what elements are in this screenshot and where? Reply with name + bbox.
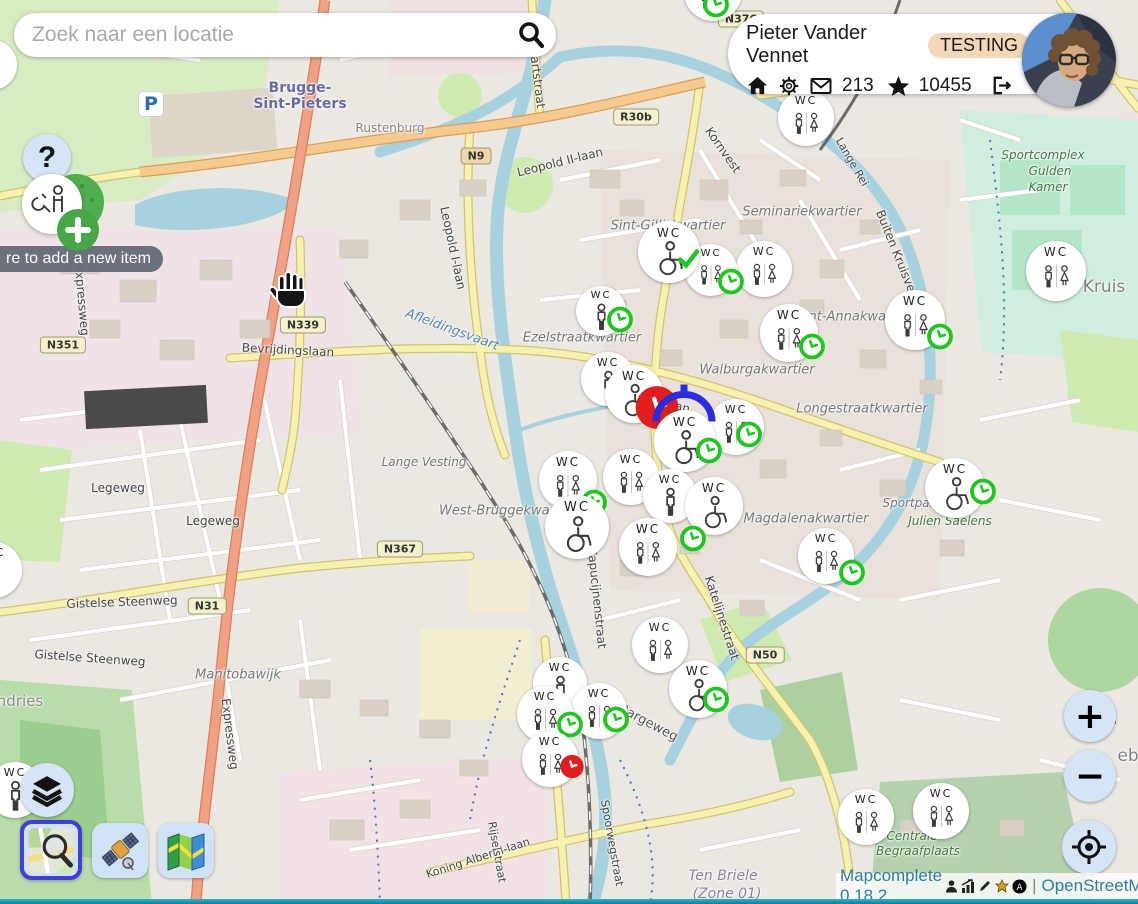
satellite-icon (99, 830, 141, 872)
statistics-icon[interactable] (961, 879, 975, 893)
bottom-panel-edge (0, 899, 1138, 904)
green-clock-badge (926, 323, 954, 356)
messages-envelope-icon[interactable] (809, 75, 833, 97)
copyright-icon[interactable]: A (1012, 879, 1027, 894)
green-clock-badge (679, 525, 707, 558)
zoom-in-button[interactable]: + (1064, 690, 1116, 742)
green-clock-badge (702, 686, 730, 719)
green-clock-badge (702, 0, 730, 24)
message-count: 213 (842, 75, 874, 97)
pen-icon[interactable] (978, 879, 992, 893)
layers-button[interactable] (20, 763, 74, 817)
search-bar (14, 13, 556, 57)
geolocate-button[interactable] (1062, 820, 1116, 874)
crosshair-icon (1069, 827, 1109, 867)
green-clock-badge (606, 306, 634, 339)
red-clock-badge (559, 754, 585, 785)
user-avatar[interactable] (1022, 13, 1116, 107)
toilet-marker[interactable]: WC (838, 789, 894, 845)
testing-badge: TESTING (928, 33, 1030, 58)
home-icon[interactable] (746, 74, 769, 97)
bg-option-map[interactable] (158, 823, 214, 878)
contributor-icon[interactable] (945, 879, 958, 893)
search-input[interactable] (30, 22, 516, 48)
background-switcher (20, 823, 214, 880)
green-check-badge (674, 246, 702, 279)
changeset-count: 10455 (919, 75, 972, 97)
toilet-markers-layer: WCWCWCWCWCWCWCWCWCWCWCWCWCWCWCWCWCWCWCWC… (0, 0, 1138, 904)
search-icon[interactable] (516, 20, 546, 50)
toilet-marker[interactable]: WC (619, 518, 677, 576)
toilet-marker[interactable]: WC (0, 40, 17, 90)
user-name[interactable]: Pieter Vander Vennet (746, 22, 918, 68)
bg-option-osm-carto[interactable] (20, 820, 82, 880)
toilet-marker[interactable]: WC (913, 783, 969, 839)
settings-gear-icon[interactable] (778, 75, 800, 97)
community-icon[interactable] (995, 879, 1009, 893)
green-clock-badge (969, 478, 997, 511)
green-clock-badge (602, 706, 630, 739)
attribution-bar: Mapcomplete 0.18.2 A | OpenStreetMap (836, 873, 1138, 899)
openstreetmap-link[interactable]: OpenStreetMap (1041, 876, 1138, 896)
green-clock-badge (735, 421, 763, 454)
toilet-marker[interactable]: WC (1026, 241, 1086, 301)
green-clock-badge (838, 559, 866, 592)
map-icon (165, 831, 207, 871)
hand-cursor-icon (270, 266, 316, 317)
star-icon[interactable] (887, 75, 910, 97)
bg-option-satellite[interactable] (92, 823, 148, 878)
green-clock-badge (695, 437, 723, 470)
toilet-marker[interactable]: WC (545, 495, 609, 559)
logout-icon[interactable] (989, 74, 1013, 97)
toilet-marker[interactable]: WC (778, 90, 834, 146)
add-item-pin[interactable] (12, 168, 116, 265)
green-clock-badge (798, 333, 826, 366)
zoom-out-button[interactable]: − (1064, 750, 1116, 802)
osm-carto-icon (28, 828, 74, 873)
attribution-separator: | (1032, 876, 1036, 896)
toilet-marker[interactable]: WC (0, 542, 22, 598)
green-clock-badge (717, 268, 745, 301)
mapcomplete-app: Brugge-Sint-PietersRustenburgVaartstraat… (0, 0, 1138, 904)
svg-text:A: A (1017, 881, 1023, 891)
